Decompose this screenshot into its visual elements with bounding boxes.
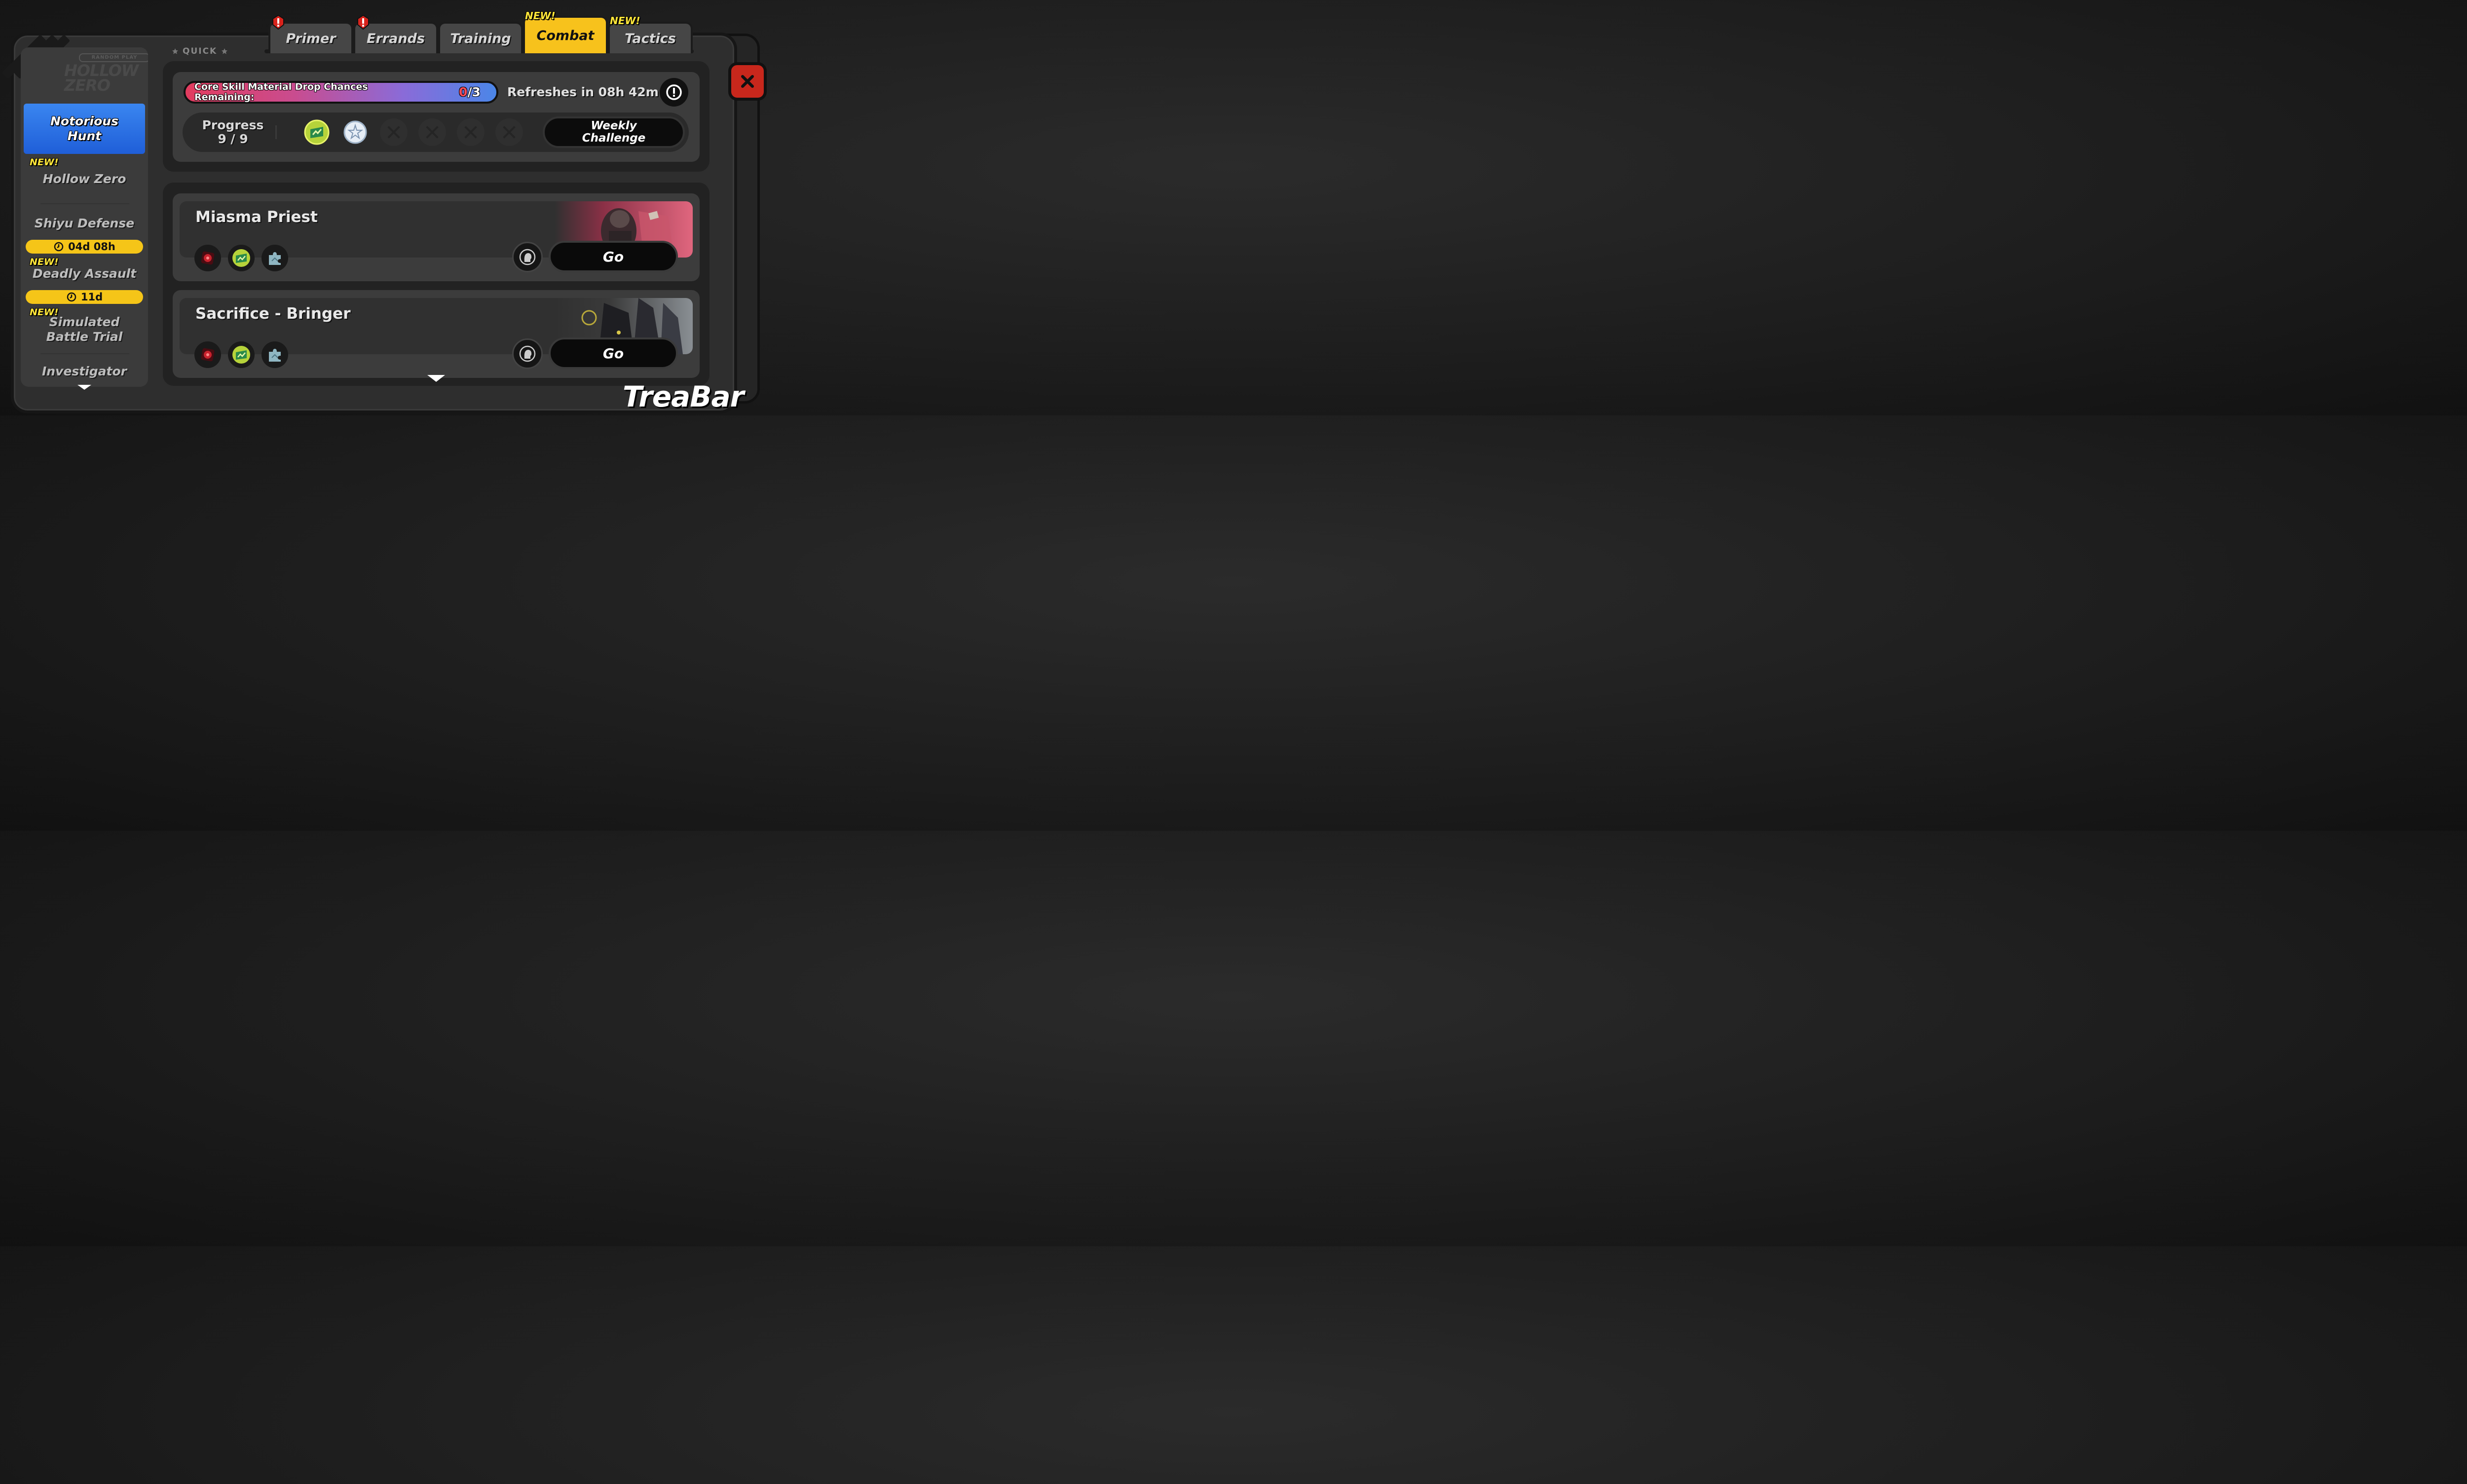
silver-medal-icon xyxy=(343,120,367,144)
sidebar-item-investigator[interactable]: Investigator xyxy=(21,364,148,379)
sidebar-item-notorious-hunt[interactable]: Notorious Hunt xyxy=(24,104,145,154)
star-icon xyxy=(172,48,178,54)
boss-mode-toggle-button[interactable] xyxy=(512,338,543,369)
sidebar-item-deadly-assault[interactable]: Deadly Assault xyxy=(21,266,148,281)
sidebar-item-shiyu-defense[interactable]: Shiyu Defense xyxy=(21,216,148,231)
timer-text: 04d 08h xyxy=(68,241,115,253)
progress-value: 9 / 9 xyxy=(218,132,248,146)
tab-training[interactable]: Training xyxy=(438,22,523,53)
alert-icon xyxy=(272,15,284,30)
alert-icon xyxy=(357,15,369,30)
sidebar-scroll-down-icon[interactable] xyxy=(77,385,91,390)
reward-slot-empty xyxy=(380,118,408,146)
new-badge: NEW! xyxy=(610,15,640,27)
weekly-challenge-button[interactable]: Weekly Challenge xyxy=(543,116,685,148)
sidebar-divider xyxy=(40,203,129,204)
red-core-icon xyxy=(201,251,215,265)
reward-slot-empty xyxy=(457,118,485,146)
close-button[interactable] xyxy=(728,62,767,101)
green-chip-icon xyxy=(232,346,250,364)
sidebar-item-label: Notorious Hunt xyxy=(50,114,118,143)
info-button[interactable] xyxy=(660,78,688,107)
puzzle-piece-icon xyxy=(269,252,281,265)
refresh-label: Refreshes in xyxy=(507,85,594,99)
go-label: Go xyxy=(602,248,624,265)
tab-label: Errands xyxy=(367,31,425,46)
drop-item-red-core xyxy=(194,245,221,271)
refresh-time: 08h 42m xyxy=(598,85,659,99)
timer-text: 11d xyxy=(80,291,103,303)
clock-icon xyxy=(67,292,76,302)
drop-chances-max: 3 xyxy=(472,85,481,99)
refresh-timer: Refreshes in 08h 42m xyxy=(507,85,659,99)
progress-display: Progress 9 / 9 xyxy=(192,118,273,146)
tab-label: Tactics xyxy=(625,31,676,46)
tab-label: Primer xyxy=(286,31,336,46)
exclamation-info-icon xyxy=(666,84,682,100)
head-silhouette-icon xyxy=(519,345,536,362)
drop-item-green-chip xyxy=(228,245,255,271)
new-badge: NEW! xyxy=(30,157,59,168)
reward-slot-silver-medal[interactable] xyxy=(341,118,369,146)
boss-card-sacrifice-bringer: Sacrifice - Bringer Go xyxy=(173,290,700,378)
shiyu-timer-badge: 04d 08h xyxy=(26,240,143,254)
green-chip-icon xyxy=(232,249,250,267)
weekly-challenge-label: Weekly Challenge xyxy=(582,119,646,145)
new-badge: NEW! xyxy=(30,257,59,267)
tab-label: Combat xyxy=(536,28,595,43)
boss-name: Miasma Priest xyxy=(195,208,318,226)
progress-divider xyxy=(275,125,277,139)
reward-slot-green-chip[interactable] xyxy=(303,118,331,146)
sidebar-item-simulated-battle-trial[interactable]: Simulated Battle Trial xyxy=(21,315,148,344)
green-chip-icon xyxy=(304,119,330,145)
drop-chances-current: 0 xyxy=(459,85,468,99)
boss-card-miasma-priest: Miasma Priest Go xyxy=(173,193,700,281)
boss-name: Sacrifice - Bringer xyxy=(195,305,351,323)
go-label: Go xyxy=(602,345,624,362)
close-icon xyxy=(741,75,754,88)
puzzle-piece-icon xyxy=(269,349,281,362)
tab-label: Training xyxy=(450,31,511,46)
deadly-assault-timer-badge: 11d xyxy=(26,290,143,304)
reward-slot-empty xyxy=(495,118,523,146)
red-core-icon xyxy=(201,348,215,362)
star-icon xyxy=(222,48,228,54)
drop-chances-count: 0/3 xyxy=(459,85,481,99)
drop-item-red-core xyxy=(194,341,221,368)
quick-label: QUICK xyxy=(172,46,228,56)
reward-slot-empty xyxy=(418,118,446,146)
sidebar-divider xyxy=(40,353,129,354)
quick-text: QUICK xyxy=(183,46,218,56)
drop-chances-label: Core Skill Material Drop Chances Remaini… xyxy=(194,81,368,103)
watermark-logo: TreaBar xyxy=(623,380,744,413)
mode-sidebar: RANDOM PLAY HOLLOW ZERO Notorious Hunt N… xyxy=(21,47,148,387)
progress-label: Progress xyxy=(202,118,264,132)
head-silhouette-icon xyxy=(519,249,536,265)
clock-icon xyxy=(54,242,64,252)
drop-item-puzzle xyxy=(262,341,288,368)
new-badge: NEW! xyxy=(525,10,556,22)
sidebar-item-hollow-zero[interactable]: Hollow Zero xyxy=(21,172,148,186)
list-scroll-down-icon[interactable] xyxy=(427,375,445,382)
drop-chances-separator: / xyxy=(467,85,472,99)
drop-item-green-chip xyxy=(228,341,255,368)
go-button[interactable]: Go xyxy=(549,241,678,272)
sidebar-header: RANDOM PLAY HOLLOW ZERO xyxy=(64,53,148,93)
boss-mode-toggle-button[interactable] xyxy=(512,242,543,272)
drop-item-puzzle xyxy=(262,245,288,271)
hollow-zero-logo: HOLLOW ZERO xyxy=(64,61,139,95)
go-button[interactable]: Go xyxy=(549,337,678,369)
